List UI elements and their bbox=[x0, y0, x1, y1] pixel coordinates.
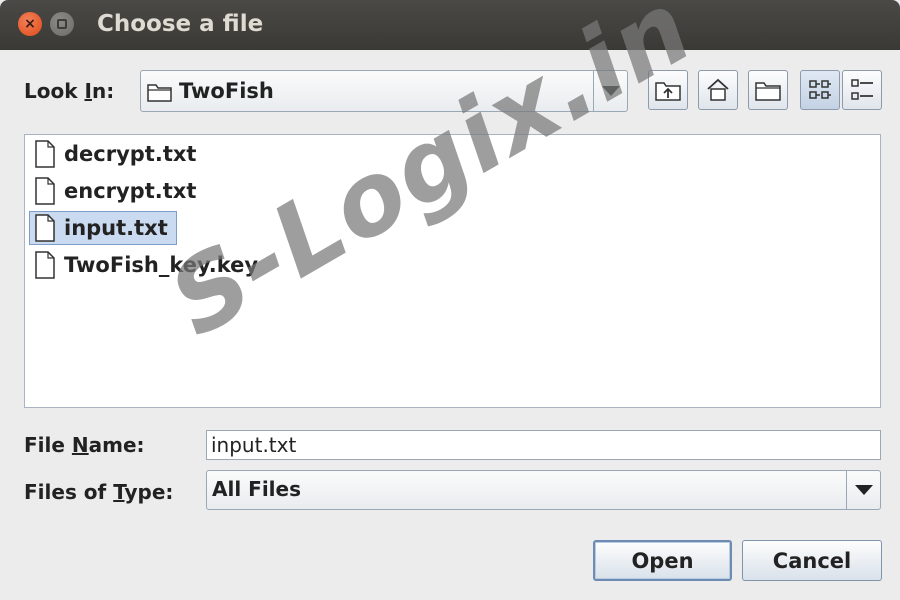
look-in-value: TwoFish bbox=[179, 79, 274, 103]
title-bar: × Choose a file bbox=[0, 0, 900, 50]
file-type-value: All Files bbox=[212, 477, 301, 501]
file-icon bbox=[35, 140, 55, 168]
file-name-label: encrypt.txt bbox=[64, 179, 197, 203]
file-icon bbox=[35, 251, 55, 279]
file-icon bbox=[35, 177, 55, 205]
file-type-label: Files of Type: bbox=[24, 480, 174, 504]
cancel-button[interactable]: Cancel bbox=[742, 540, 882, 581]
look-in-combo[interactable]: TwoFish bbox=[140, 70, 628, 112]
file-type-combo[interactable]: All Files bbox=[206, 470, 881, 510]
close-icon: × bbox=[24, 16, 36, 32]
file-item-decrypt[interactable]: decrypt.txt bbox=[29, 137, 205, 171]
file-icon bbox=[35, 214, 55, 242]
look-in-dropdown-arrow[interactable] bbox=[593, 71, 627, 111]
file-name-label: decrypt.txt bbox=[64, 142, 197, 166]
window-title: Choose a file bbox=[97, 11, 264, 37]
minimize-window-button[interactable] bbox=[50, 12, 74, 36]
home-button[interactable] bbox=[698, 70, 738, 110]
new-folder-icon bbox=[755, 82, 781, 101]
file-name-field-label: File Name: bbox=[24, 433, 145, 457]
home-icon bbox=[707, 78, 729, 101]
details-view-icon bbox=[851, 79, 873, 100]
up-one-level-button[interactable] bbox=[648, 70, 688, 110]
new-folder-button[interactable] bbox=[748, 70, 788, 110]
file-item-input[interactable]: input.txt bbox=[29, 211, 177, 245]
file-item-encrypt[interactable]: encrypt.txt bbox=[29, 174, 205, 208]
details-view-button[interactable] bbox=[842, 70, 882, 110]
file-list[interactable]: decrypt.txt encrypt.txt input.txt TwoFis… bbox=[24, 134, 881, 408]
file-type-dropdown-arrow[interactable] bbox=[846, 471, 880, 509]
open-button[interactable]: Open bbox=[593, 540, 732, 581]
list-view-button[interactable] bbox=[800, 70, 840, 110]
close-window-button[interactable]: × bbox=[18, 12, 42, 36]
file-name-input[interactable] bbox=[206, 430, 881, 460]
up-one-level-icon bbox=[655, 82, 681, 101]
file-item-twofish-key[interactable]: TwoFish_key.key bbox=[29, 248, 267, 282]
minimize-icon bbox=[57, 19, 67, 29]
look-in-label: Look In: bbox=[24, 79, 115, 103]
file-name-label: TwoFish_key.key bbox=[64, 253, 259, 277]
list-view-icon bbox=[809, 80, 831, 99]
file-name-label: input.txt bbox=[64, 216, 168, 240]
folder-icon bbox=[147, 84, 172, 102]
